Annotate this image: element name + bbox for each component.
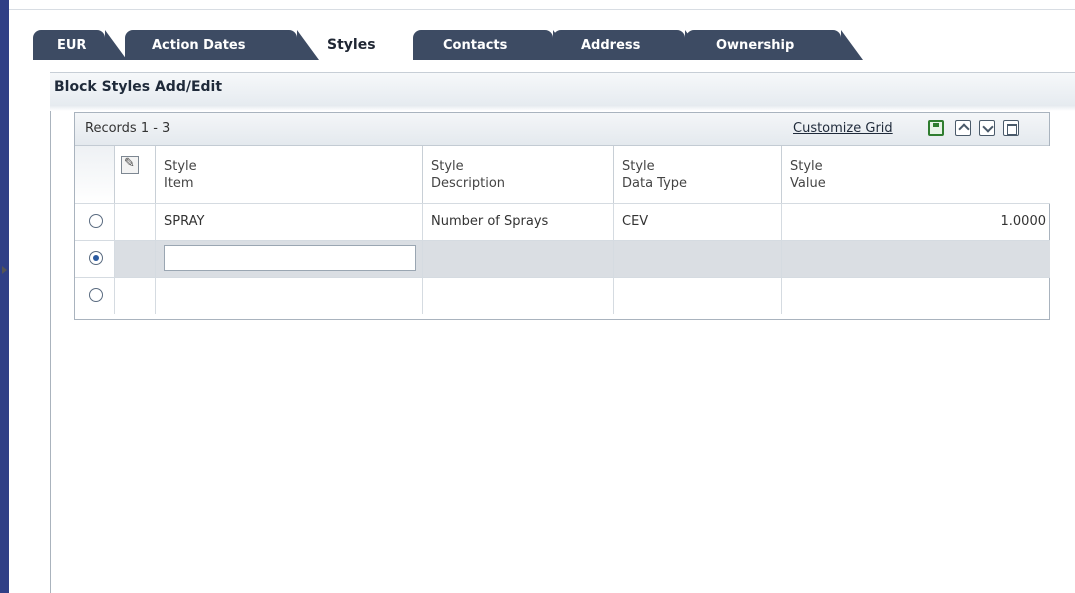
section-shadow	[50, 105, 1075, 111]
column-header-style-value[interactable]: Style Value	[782, 146, 1050, 203]
tab-contacts[interactable]: Contacts	[413, 30, 575, 60]
style-item-input[interactable]	[164, 245, 416, 271]
tab-eur[interactable]: EUR	[33, 30, 127, 60]
header-line2: Item	[164, 176, 194, 191]
section-title: Block Styles Add/Edit	[54, 79, 223, 95]
style-description-cell	[423, 241, 614, 277]
column-header-style-data-type[interactable]: Style Data Type	[614, 146, 782, 203]
style-value-cell[interactable]: 1.0000	[782, 204, 1050, 240]
style-data-type-cell	[614, 241, 782, 277]
cell-text: CEV	[622, 214, 649, 229]
styles-grid: Records 1 - 3 Customize Grid Style Item S…	[74, 112, 1050, 320]
left-rail	[0, 0, 9, 593]
header-line1: Style	[622, 159, 655, 174]
tab-label: Action Dates	[152, 37, 246, 53]
style-item-cell	[156, 241, 423, 277]
export-icon[interactable]	[955, 120, 971, 136]
style-description-cell	[423, 278, 614, 314]
table-row[interactable]	[75, 277, 1050, 319]
records-count: Records 1 - 3	[85, 121, 171, 136]
pencil-icon	[121, 156, 139, 174]
cell-text: Number of Sprays	[431, 214, 549, 229]
maximize-icon[interactable]	[1003, 120, 1019, 136]
row-select-radio[interactable]	[89, 288, 103, 302]
header-line1: Style	[790, 159, 823, 174]
tab-ownership[interactable]: Ownership	[686, 30, 863, 60]
row-indicator-cell	[115, 241, 156, 277]
style-data-type-cell	[614, 278, 782, 314]
column-header-style-item[interactable]: Style Item	[156, 146, 423, 203]
tab-label: EUR	[57, 37, 87, 53]
tab-label: Ownership	[716, 37, 795, 53]
style-item-cell[interactable]: SPRAY	[156, 204, 423, 240]
tab-label: Address	[581, 37, 641, 53]
row-select-radio[interactable]	[89, 214, 103, 228]
style-description-cell: Number of Sprays	[423, 204, 614, 240]
select-column-header	[75, 146, 115, 203]
expand-arrow-icon[interactable]	[2, 266, 7, 274]
import-icon[interactable]	[979, 120, 995, 136]
tab-label: Contacts	[443, 37, 508, 53]
customize-grid-link[interactable]: Customize Grid	[793, 121, 893, 136]
column-header-style-description[interactable]: Style Description	[423, 146, 614, 203]
tab-label: Styles	[327, 37, 376, 53]
cell-text: 1.0000	[1000, 214, 1047, 229]
header-line2: Description	[431, 176, 506, 191]
row-select-radio[interactable]	[89, 251, 103, 265]
style-data-type-cell: CEV	[614, 204, 782, 240]
row-header-column	[115, 146, 156, 203]
grid-toolbar: Records 1 - 3 Customize Grid	[75, 113, 1049, 146]
header-line2: Value	[790, 176, 826, 191]
section-header: Block Styles Add/Edit	[50, 72, 1075, 106]
style-value-cell[interactable]	[782, 241, 1050, 277]
tab-action-dates[interactable]: Action Dates	[125, 30, 319, 60]
cell-text: SPRAY	[164, 214, 205, 229]
row-indicator-cell	[115, 204, 156, 240]
header-line1: Style	[164, 159, 197, 174]
tab-bar: EUR Action Dates Styles Contacts Address…	[33, 30, 863, 60]
top-divider	[9, 9, 1075, 10]
style-item-cell[interactable]	[156, 278, 423, 314]
style-value-cell[interactable]	[782, 278, 1050, 314]
tab-styles[interactable]: Styles	[315, 30, 407, 60]
table-row[interactable]: SPRAY Number of Sprays CEV 1.0000	[75, 203, 1050, 240]
header-line1: Style	[431, 159, 464, 174]
table-row[interactable]	[75, 240, 1050, 277]
row-indicator-cell	[115, 278, 156, 314]
header-line2: Data Type	[622, 176, 688, 191]
tab-address[interactable]: Address	[553, 30, 707, 60]
save-icon[interactable]	[928, 120, 944, 136]
